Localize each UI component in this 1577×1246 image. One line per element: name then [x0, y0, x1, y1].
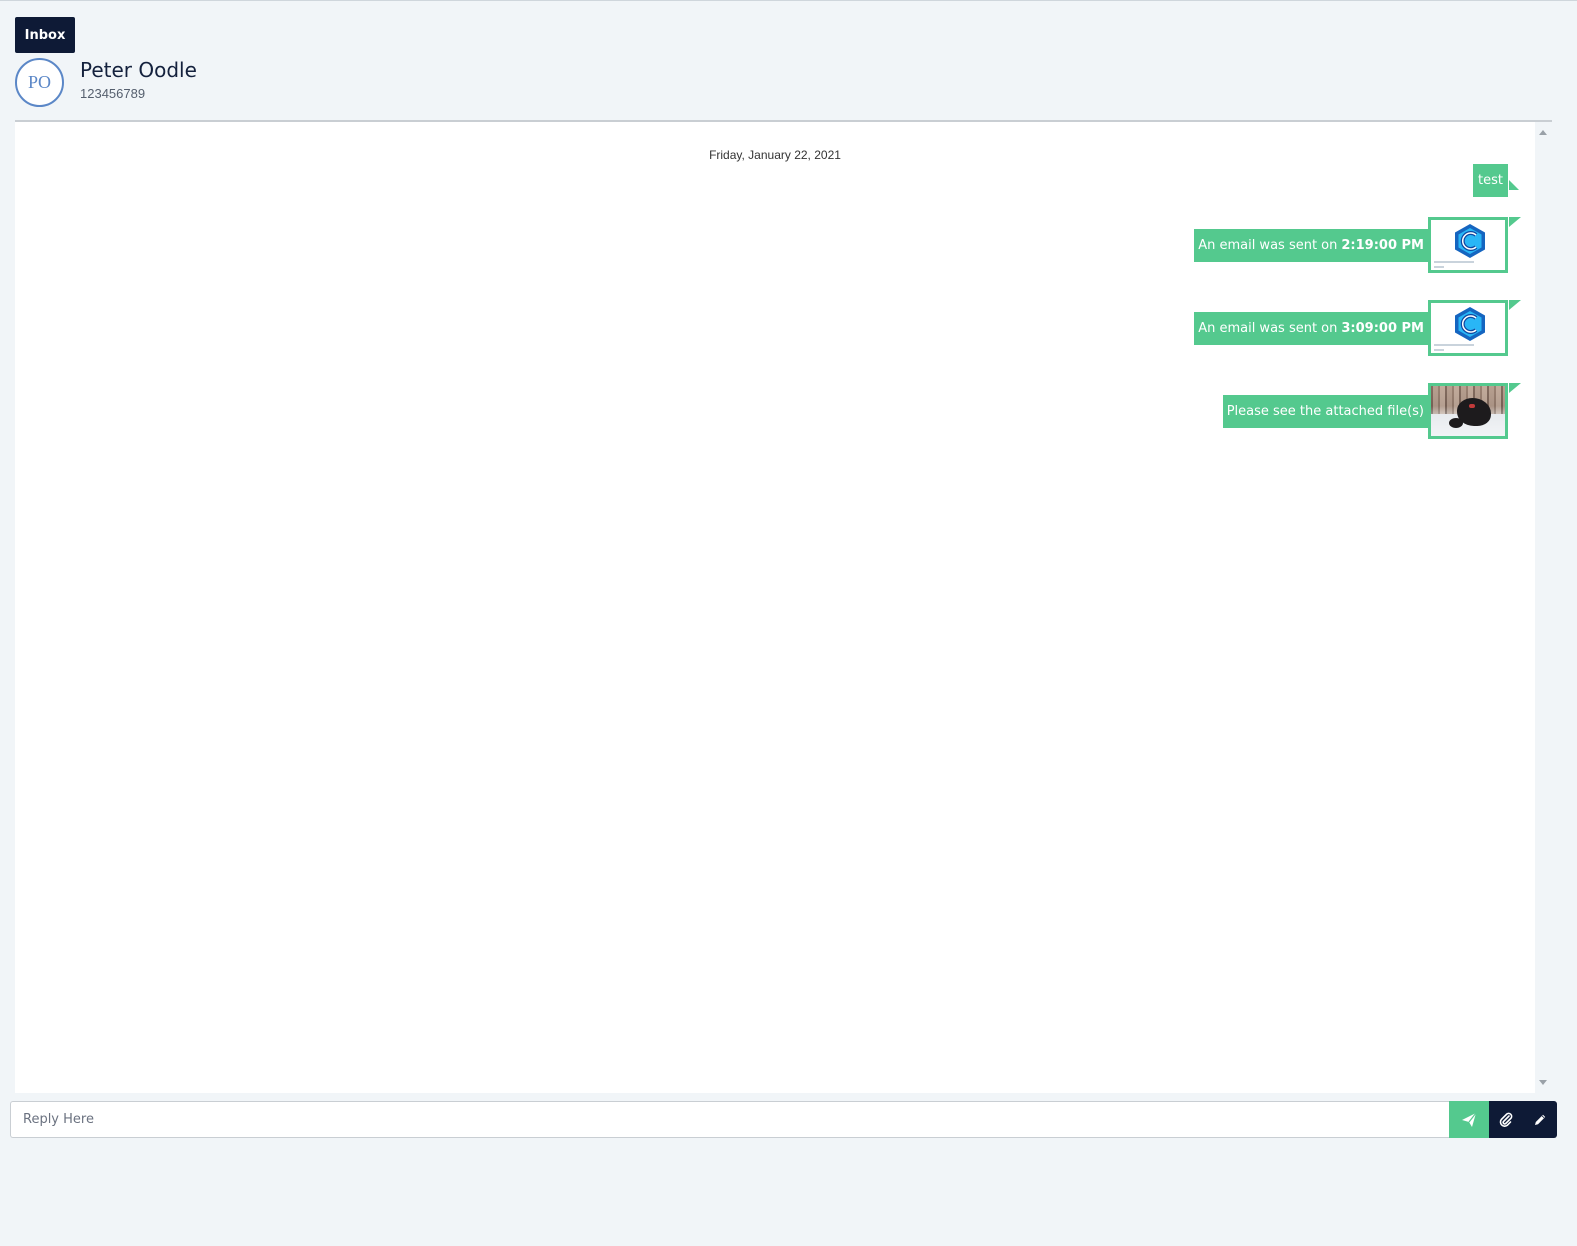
bubble-tail [1509, 300, 1521, 310]
reply-input[interactable] [10, 1101, 1449, 1138]
message-bubble: An email was sent on 2:19:00 PM [1194, 217, 1521, 273]
preview-line [1434, 266, 1444, 268]
email-preview-thumbnail[interactable] [1428, 300, 1508, 356]
message-text: test [1473, 164, 1508, 197]
preview-line [1434, 261, 1474, 263]
contact-phone: 123456789 [80, 86, 146, 101]
message-text: An email was sent on 2:19:00 PM [1194, 228, 1428, 262]
compose-button[interactable] [1523, 1101, 1557, 1138]
message-prefix: An email was sent on [1198, 320, 1338, 336]
pencil-icon [1535, 1114, 1546, 1125]
scroll-up-arrow-icon[interactable] [1539, 130, 1547, 135]
company-logo-icon [1455, 224, 1485, 258]
photo-attachment-thumbnail[interactable] [1428, 383, 1508, 439]
company-logo-icon [1455, 307, 1485, 341]
contact-name: Peter Oodle [80, 58, 197, 82]
preview-line [1434, 344, 1474, 346]
scroll-down-arrow-icon[interactable] [1539, 1080, 1547, 1085]
inbox-button[interactable]: Inbox [15, 17, 75, 53]
paperclip-icon [1499, 1112, 1513, 1127]
reply-composer [10, 1101, 1557, 1138]
message-prefix: An email was sent on [1198, 237, 1338, 253]
bubble-tail [1509, 217, 1521, 227]
bubble-tail [1509, 180, 1519, 190]
preview-line [1434, 349, 1444, 351]
dog-image [1449, 398, 1491, 428]
message-time: 3:09:00 PM [1341, 320, 1424, 336]
attach-button[interactable] [1489, 1101, 1523, 1138]
message-text: Please see the attached file(s) [1222, 394, 1428, 428]
message-time: 2:19:00 PM [1341, 237, 1424, 253]
message-bubble: test [1473, 164, 1519, 197]
send-icon [1462, 1112, 1477, 1127]
message-text: An email was sent on 3:09:00 PM [1194, 311, 1428, 345]
chat-scrollbar[interactable] [1535, 122, 1552, 1093]
email-preview-thumbnail[interactable] [1428, 217, 1508, 273]
date-separator: Friday, January 22, 2021 [709, 148, 841, 162]
send-button[interactable] [1449, 1101, 1489, 1138]
chat-panel: Friday, January 22, 2021 test An email w… [15, 120, 1552, 1093]
message-bubble: An email was sent on 3:09:00 PM [1194, 300, 1521, 356]
dog-collar [1469, 404, 1475, 408]
avatar: PO [15, 58, 64, 107]
bubble-tail [1509, 383, 1521, 393]
message-bubble: Please see the attached file(s) [1222, 383, 1521, 439]
